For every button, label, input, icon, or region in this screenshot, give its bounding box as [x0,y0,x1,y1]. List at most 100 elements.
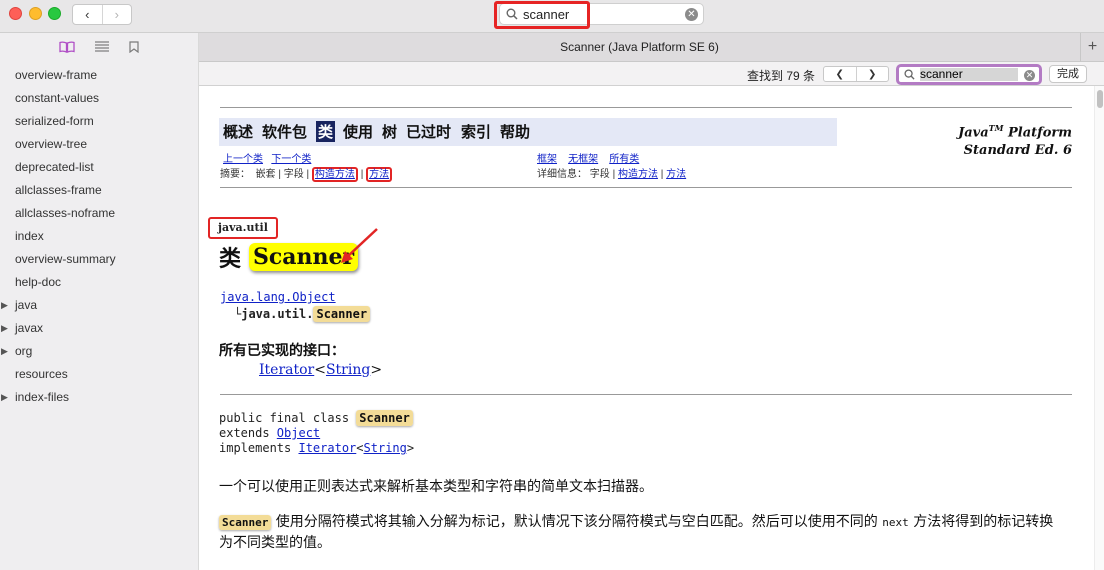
nav-use[interactable]: 使用 [343,121,373,142]
next-class-link[interactable]: 下一个类 [271,154,311,165]
list-icon[interactable] [95,41,109,52]
annotation-box-search [494,1,590,29]
sidebar-item-help-doc[interactable]: help-doc [0,271,198,294]
chevron-left-icon: ‹ [85,7,90,22]
decl-scanner-highlight: Scanner [356,410,413,426]
disclosure-triangle-icon[interactable]: ▶ [1,317,8,340]
doc-page: 概述 软件包 类 使用 树 已过时 索引 帮助 JavaTM Platform … [199,86,1094,570]
find-search-field[interactable]: ✕ [896,64,1042,85]
class-hierarchy: java.lang.Object └ java.util. Scanner [220,290,371,322]
object-link[interactable]: java.lang.Object [220,290,336,304]
nav-class-current: 类 [316,121,336,142]
package-name: java.util [208,217,278,239]
sidebar-item-label: index [15,229,44,243]
sidebar-item-label: help-doc [15,275,62,289]
nav-index[interactable]: 索引 [461,121,491,142]
class-description-detail: Scanner 使用分隔符模式将其输入分解为标记，默认情况下该分隔符模式与空白匹… [219,514,1054,551]
string-link[interactable]: String [326,362,370,378]
prev-class-link[interactable]: 上一个类 [223,154,263,165]
sidebar-item-label: overview-frame [15,68,98,82]
divider [220,187,1072,188]
sidebar-item-label: deprecated-list [15,160,94,174]
tab-bar: Scanner (Java Platform SE 6) + [199,33,1104,62]
sidebar-item-index[interactable]: index [0,225,198,248]
all-classes-link[interactable]: 所有类 [609,154,639,165]
nav-overview[interactable]: 概述 [223,121,253,142]
search-icon [904,69,915,80]
find-count: 查找到 79 条 [747,69,816,83]
tab-title[interactable]: Scanner (Java Platform SE 6) [199,40,1080,54]
summary-method-link[interactable]: 方法 [369,169,389,180]
class-heading: 类 Scanner [219,241,359,273]
divider [220,107,1072,108]
minimize-window-button[interactable] [29,7,42,20]
sidebar-item-allclasses-noframe[interactable]: allclasses-noframe [0,202,198,225]
sidebar-item-label: allclasses-noframe [15,206,116,220]
sidebar-item-constant-values[interactable]: constant-values [0,87,198,110]
arrow-annotation [341,228,378,263]
extends-object-link[interactable]: Object [277,426,320,440]
sidebar-item-serialized-form[interactable]: serialized-form [0,110,198,133]
clear-icon[interactable]: ✕ [685,8,698,21]
search-field[interactable]: ✕ [494,1,704,29]
implemented-interfaces: 所有已实现的接口： Iterator<String> [219,343,383,378]
para-scanner-highlight: Scanner [219,515,272,530]
nav-deprecated[interactable]: 已过时 [406,121,451,142]
scrollbar-thumb[interactable] [1097,90,1103,108]
nav-tree[interactable]: 树 [382,121,397,142]
hierarchy-scanner-highlight: Scanner [313,306,371,322]
sidebar-item-label: allclasses-frame [15,183,102,197]
new-tab-button[interactable]: + [1080,33,1104,62]
close-window-button[interactable] [9,7,22,20]
sidebar-item-resources[interactable]: resources [0,363,198,386]
scrollbar[interactable] [1094,86,1104,570]
sidebar-item-label: serialized-form [15,114,94,128]
sidebar-item-label: resources [15,367,68,381]
frame-links: 框架 无框架 所有类 [537,150,639,165]
summary-constructor-link[interactable]: 构造方法 [315,169,355,180]
sidebar-item-overview-summary[interactable]: overview-summary [0,248,198,271]
bookmark-icon[interactable] [129,40,139,53]
divider [220,394,1072,395]
history-nav: ‹ › [72,4,132,25]
detail-constructor-link[interactable]: 构造方法 [618,169,658,180]
sidebar-item-label: overview-summary [15,252,116,266]
disclosure-triangle-icon[interactable]: ▶ [1,340,8,363]
class-description: 一个可以使用正则表达式来解析基本类型和字符串的简单文本扫描器。 [219,479,653,495]
nav-package[interactable]: 软件包 [262,121,307,142]
find-next-button[interactable]: ❯ [855,67,889,81]
forward-button[interactable]: › [101,5,132,24]
find-previous-button[interactable]: ❮ [824,67,856,81]
detail-method-link[interactable]: 方法 [666,169,686,180]
clear-icon[interactable]: ✕ [1024,70,1035,81]
nav-help[interactable]: 帮助 [500,121,530,142]
iterator-link[interactable]: Iterator [259,362,314,378]
sidebar-item-index-files[interactable]: ▶ index-files [0,386,198,409]
sidebar-item-deprecated-list[interactable]: deprecated-list [0,156,198,179]
disclosure-triangle-icon[interactable]: ▶ [1,294,8,317]
sidebar-item-javax[interactable]: ▶ javax [0,317,198,340]
sidebar-item-java[interactable]: ▶ java [0,294,198,317]
sidebar-item-label: javax [15,321,44,335]
back-button[interactable]: ‹ [73,5,102,24]
class-nav-links: 上一个类 下一个类 [223,150,311,165]
sidebar-item-org[interactable]: ▶ org [0,340,198,363]
find-input[interactable] [920,68,1018,81]
implements-iterator-link[interactable]: Iterator [298,441,356,455]
done-button[interactable]: 完成 [1049,65,1087,83]
sidebar-item-overview-tree[interactable]: overview-tree [0,133,198,156]
sidebar-item-allclasses-frame[interactable]: allclasses-frame [0,179,198,202]
find-bar: 查找到 79 条 ❮ ❯ ✕ 完成 [199,62,1104,86]
sidebar-item-label: overview-tree [15,137,88,151]
summary-links: 摘要： 嵌套 | 字段 | 构造方法 | 方法 [220,165,393,182]
frames-link[interactable]: 框架 [537,154,557,165]
sidebar-tree: overview-frame constant-values serialized-… [0,64,198,409]
disclosure-triangle-icon[interactable]: ▶ [1,386,8,409]
sidebar-item-overview-frame[interactable]: overview-frame [0,64,198,87]
book-icon[interactable] [59,40,75,53]
implements-string-link[interactable]: String [364,441,407,455]
sidebar-item-label: index-files [15,390,70,404]
detail-links: 详细信息： 字段 | 构造方法 | 方法 [537,169,687,180]
zoom-window-button[interactable] [48,7,61,20]
no-frames-link[interactable]: 无框架 [568,154,598,165]
